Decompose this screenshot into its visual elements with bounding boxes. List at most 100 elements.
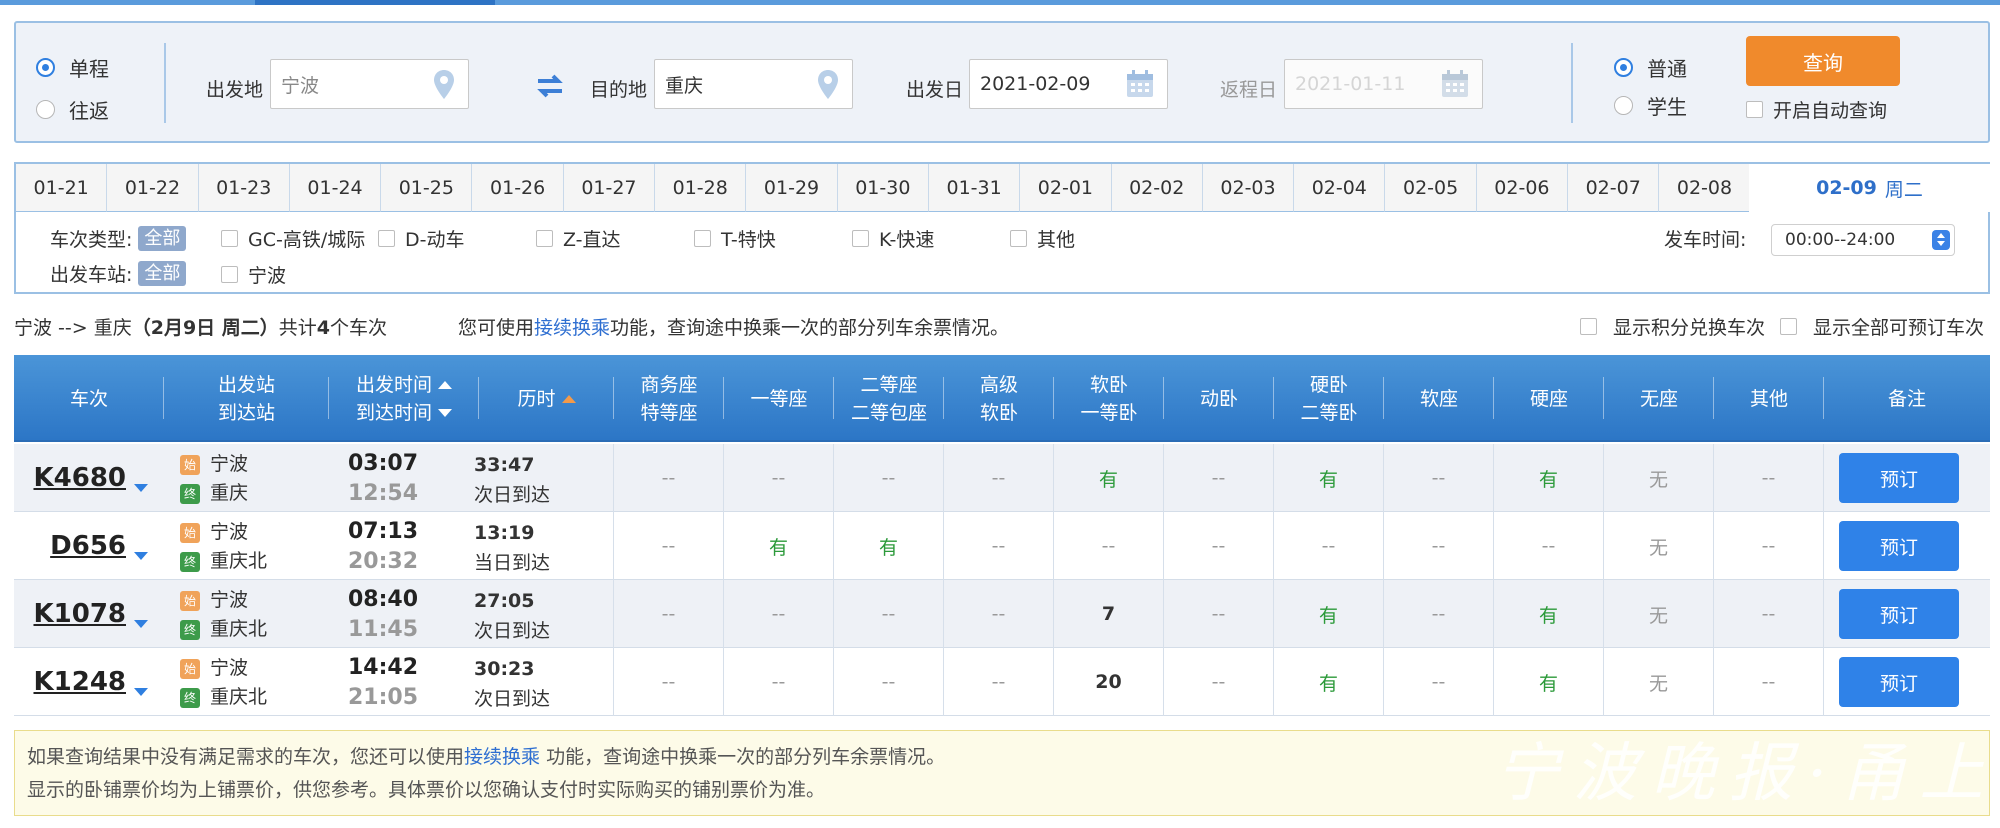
filter-gc[interactable]: GC-高铁/城际 [221, 225, 365, 252]
type-all-pill[interactable]: 全部 [138, 226, 187, 251]
table-row: K1248 始宁波 终重庆北 14:42 21:05 30:23 次日到达 -- -- -- -… [14, 648, 1990, 716]
seat-cell: -- [614, 512, 724, 580]
transfer-tip: 您可使用接续换乘功能，查询途中换乘一次的部分列车余票情况。 [458, 317, 1010, 339]
book-button[interactable]: 预订 [1839, 589, 1959, 639]
seat-cell: -- [944, 444, 1054, 512]
transfer-link[interactable]: 接续换乘 [534, 317, 610, 339]
caret-down-icon[interactable] [134, 484, 148, 492]
seat-cell: 有 [724, 512, 834, 580]
seat-cell: 有 [1274, 648, 1384, 716]
filter-z[interactable]: Z-直达 [536, 225, 621, 252]
divider [164, 43, 166, 123]
seat-cell: -- [1054, 512, 1164, 580]
tab-date[interactable]: 02-04 [1294, 164, 1386, 212]
tab-date[interactable]: 01-27 [563, 164, 656, 212]
stations: 始宁波 终重庆北 [180, 586, 267, 644]
return-date-field[interactable]: 2021-01-11 [1284, 59, 1483, 109]
seat-cell: -- [1384, 648, 1494, 716]
filter-t[interactable]: T-特快 [694, 225, 776, 252]
tab-date[interactable]: 02-03 [1202, 164, 1295, 212]
tab-date[interactable]: 01-30 [837, 164, 929, 212]
stations: 始宁波 终重庆北 [180, 518, 267, 576]
seat-cell: 有 [1494, 648, 1604, 716]
train-number[interactable]: K1078 [14, 580, 160, 648]
show-points-checkbox[interactable]: 显示积分兑换车次 [1580, 313, 1765, 340]
tab-date[interactable]: 02-06 [1476, 164, 1569, 212]
table-row: K4680 始宁波 终重庆 03:07 12:54 33:47 次日到达 -- -- -- --… [14, 444, 1990, 512]
train-number[interactable]: K1248 [14, 648, 160, 716]
seat-cell: -- [1384, 512, 1494, 580]
tab-date[interactable]: 01-24 [289, 164, 382, 212]
seat-cell: 有 [1054, 444, 1164, 512]
col-station: 出发站 到达站 [164, 355, 329, 442]
chevron-updown-icon [1932, 230, 1950, 250]
seat-cell: -- [614, 444, 724, 512]
times: 08:40 11:45 [348, 587, 419, 642]
tab-date[interactable]: 02-05 [1385, 164, 1477, 212]
seat-cell: 有 [1494, 580, 1604, 648]
tab-date[interactable]: 01-23 [198, 164, 290, 212]
filter-k[interactable]: K-快速 [852, 225, 934, 252]
train-number[interactable]: D656 [14, 512, 160, 580]
filter-station-ningbo[interactable]: 宁波 [221, 261, 286, 288]
col-soft-sleeper: 软卧 一等卧 [1054, 355, 1164, 442]
trip-oneway-radio[interactable]: 单程 [36, 53, 109, 82]
book-button[interactable]: 预订 [1839, 521, 1959, 571]
seat-cell: -- [724, 580, 834, 648]
col-duration[interactable]: 历时 [479, 355, 614, 442]
notice-transfer-link[interactable]: 接续换乘 [464, 746, 540, 768]
passenger-normal-radio[interactable]: 普通 [1614, 53, 1687, 82]
tab-date[interactable]: 02-07 [1568, 164, 1660, 212]
tab-date[interactable]: 01-29 [746, 164, 838, 212]
col-high-soft: 高级 软卧 [944, 355, 1054, 442]
to-field[interactable]: 重庆 [654, 59, 853, 109]
tab-date[interactable]: 01-28 [655, 164, 747, 212]
book-button[interactable]: 预订 [1839, 453, 1959, 503]
col-time[interactable]: 出发时间 到达时间 [329, 355, 479, 442]
stations: 始宁波 终重庆 [180, 450, 248, 508]
depart-time-select[interactable]: 00:00--24:00 [1771, 224, 1955, 256]
caret-down-icon[interactable] [134, 620, 148, 628]
swap-stations-icon[interactable] [534, 73, 566, 104]
filter-other[interactable]: 其他 [1010, 225, 1075, 252]
seat-cell: -- [1384, 580, 1494, 648]
show-all-checkbox[interactable]: 显示全部可预订车次 [1780, 313, 1984, 340]
trip-roundtrip-radio[interactable]: 往返 [36, 95, 109, 124]
tab-active-date[interactable]: 02-09 周二 [1749, 164, 1990, 212]
tab-date[interactable]: 01-31 [928, 164, 1021, 212]
times: 07:13 20:32 [348, 519, 419, 574]
duration: 33:47 次日到达 [474, 454, 551, 506]
tab-date[interactable]: 01-25 [381, 164, 473, 212]
to-label: 目的地 [590, 79, 648, 101]
end-station-icon: 终 [180, 483, 200, 504]
seat-cell: 有 [1274, 580, 1384, 648]
start-station-icon: 始 [180, 454, 200, 475]
tab-date[interactable]: 02-08 [1659, 164, 1751, 212]
station-all-pill[interactable]: 全部 [138, 261, 187, 286]
search-panel: 单程 往返 出发地 宁波 目的地 重庆 出发日 2021-02-09 返程日 2… [14, 21, 1990, 143]
tab-date[interactable]: 02-02 [1111, 164, 1203, 212]
tab-date[interactable]: 01-26 [472, 164, 564, 212]
seat-cell: -- [944, 648, 1054, 716]
result-summary: 宁波 --> 重庆（2月9日 周二）共计4个车次 [14, 317, 388, 339]
col-hard-sleeper: 硬卧 二等卧 [1274, 355, 1384, 442]
book-button[interactable]: 预订 [1839, 657, 1959, 707]
caret-down-icon[interactable] [134, 552, 148, 560]
auto-query-checkbox[interactable]: 开启自动查询 [1746, 96, 1887, 123]
watermark: 宁波晚报·甬上 [1495, 737, 1998, 811]
location-pin-icon [816, 69, 840, 106]
table-header: 车次 出发站 到达站 出发时间 到达时间 历时 商务座 特等座 一等座 二等座 二等包座… [14, 355, 1990, 442]
query-button[interactable]: 查询 [1746, 36, 1900, 86]
tab-date[interactable]: 01-21 [16, 164, 108, 212]
train-number[interactable]: K4680 [14, 444, 160, 512]
filter-d[interactable]: D-动车 [378, 225, 465, 252]
col-train: 车次 [14, 355, 164, 442]
from-field[interactable]: 宁波 [270, 59, 469, 109]
seat-cell: -- [944, 580, 1054, 648]
tab-date[interactable]: 01-22 [107, 164, 199, 212]
caret-down-icon[interactable] [134, 688, 148, 696]
depart-date-field[interactable]: 2021-02-09 [969, 59, 1168, 109]
tab-date[interactable]: 02-01 [1020, 164, 1112, 212]
passenger-student-radio[interactable]: 学生 [1614, 91, 1687, 120]
from-label: 出发地 [206, 79, 264, 101]
